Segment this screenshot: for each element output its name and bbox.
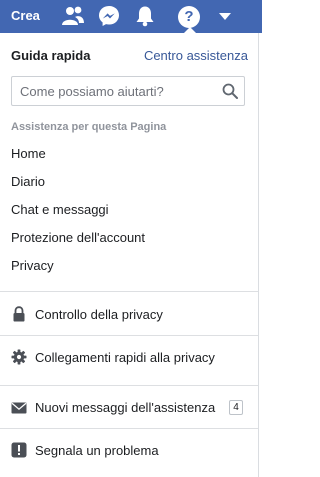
topic-link[interactable]: Diario	[11, 174, 45, 189]
friends-icon[interactable]	[61, 5, 85, 27]
envelope-icon	[11, 402, 27, 414]
lock-icon	[13, 306, 25, 322]
messenger-icon[interactable]	[98, 5, 120, 27]
help-icon[interactable]: ?	[178, 6, 200, 28]
top-bar: Crea ?	[0, 0, 262, 33]
help-panel: Guida rapida Centro assistenza Assistenz…	[0, 33, 259, 477]
panel-title: Guida rapida	[11, 48, 91, 63]
topic-link[interactable]: Chat e messaggi	[11, 202, 109, 217]
privacy-checkup-label: Controllo della privacy	[35, 307, 163, 322]
privacy-shortcuts-label: Collegamenti rapidi alla privacy	[35, 350, 215, 365]
divider	[0, 291, 258, 292]
divider	[0, 335, 258, 336]
unread-count-badge: 4	[229, 400, 243, 415]
topic-link[interactable]: Home	[11, 146, 46, 161]
gear-icon	[11, 349, 27, 365]
help-search	[11, 76, 245, 106]
search-icon[interactable]	[222, 83, 238, 99]
help-center-link[interactable]: Centro assistenza	[144, 48, 248, 63]
alert-icon	[11, 442, 27, 458]
create-button[interactable]: Crea	[11, 8, 40, 23]
topic-link[interactable]: Protezione dell'account	[11, 230, 145, 245]
help-search-input[interactable]	[12, 77, 217, 105]
topic-link[interactable]: Privacy	[11, 258, 54, 273]
section-label: Assistenza per questa Pagina	[11, 121, 167, 133]
divider	[0, 385, 258, 386]
support-inbox-label: Nuovi messaggi dell'assistenza	[35, 400, 216, 415]
menu-caret-icon[interactable]	[219, 13, 231, 20]
notifications-icon[interactable]	[135, 5, 155, 27]
divider	[0, 428, 258, 429]
report-problem-label: Segnala un problema	[35, 443, 159, 458]
